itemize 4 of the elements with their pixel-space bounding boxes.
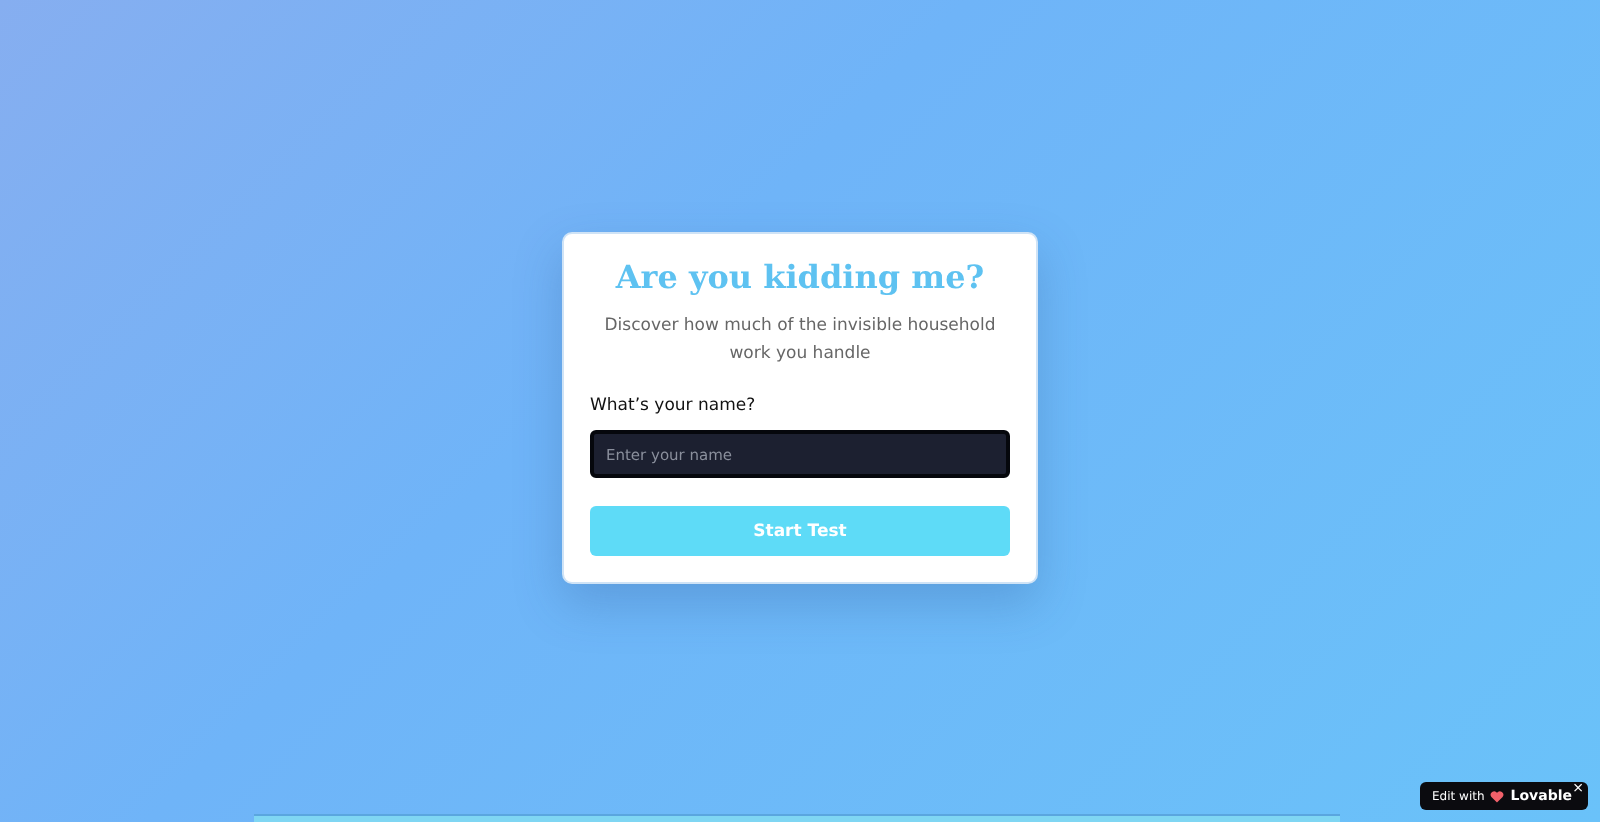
heart-icon xyxy=(1490,789,1505,803)
name-label: What’s your name? xyxy=(590,396,756,416)
card-title: Are you kidding me? xyxy=(615,258,985,296)
card-subtitle: Discover how much of the invisible household work you handle xyxy=(602,314,998,368)
